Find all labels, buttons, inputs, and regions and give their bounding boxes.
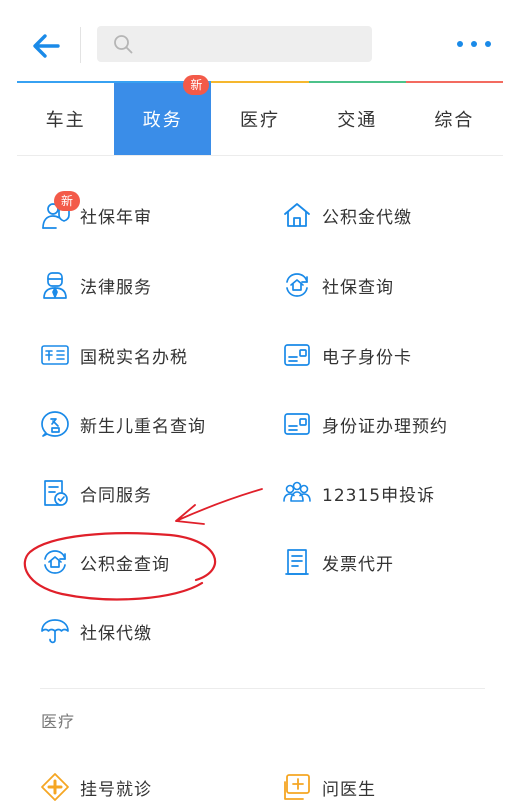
id-card-icon: [282, 340, 312, 370]
top-bar: [0, 0, 507, 80]
service-label: 公积金查询: [80, 554, 170, 575]
service-id-card-appointment[interactable]: 身份证办理预约: [282, 404, 448, 444]
category-tabs: 车主 政务 新 医疗 交通 综合: [17, 75, 504, 155]
section-divider: [40, 688, 485, 689]
tab-general[interactable]: 综合: [405, 81, 504, 155]
service-social-security-payment[interactable]: 社保代缴: [40, 611, 152, 651]
service-invoice-issuing[interactable]: 发票代开: [282, 542, 394, 582]
service-tax-realname[interactable]: 国税实名办税: [40, 335, 188, 375]
annotation-arrow: [175, 488, 263, 525]
lawyer-icon: [40, 270, 70, 300]
service-electronic-id[interactable]: 电子身份卡: [282, 335, 412, 375]
service-label: 社保查询: [322, 277, 394, 298]
service-label: 公积金代缴: [322, 207, 412, 228]
tab-medical[interactable]: 医疗: [211, 81, 309, 155]
new-badge: 新: [183, 75, 210, 95]
new-badge: 新: [54, 191, 81, 211]
dot-icon: [457, 41, 463, 47]
tabs-divider: [17, 155, 503, 156]
service-label: 社保年审: [80, 207, 152, 228]
service-label: 电子身份卡: [322, 347, 412, 368]
tab-label: 政务: [142, 110, 183, 131]
medical-cross-icon: [40, 772, 70, 802]
service-contract[interactable]: 合同服务: [40, 473, 152, 513]
house-icon: [282, 200, 312, 230]
tab-label: 医疗: [240, 110, 280, 131]
tab-transport[interactable]: 交通: [308, 81, 406, 155]
section-title-medical: 医疗: [41, 712, 76, 731]
service-label: 国税实名办税: [80, 347, 188, 368]
service-housing-fund-payment[interactable]: 公积金代缴: [282, 195, 412, 235]
service-registration[interactable]: 挂号就诊: [40, 767, 152, 807]
service-label: 新生儿重名查询: [80, 416, 206, 437]
doctor-chat-icon: [282, 772, 312, 802]
name-bubble-icon: [40, 409, 70, 439]
tab-label: 交通: [337, 110, 378, 131]
house-shield-search-icon: [40, 547, 70, 577]
service-ask-doctor[interactable]: 问医生: [282, 767, 376, 807]
service-label: 发票代开: [322, 554, 394, 575]
dot-icon: [485, 41, 491, 47]
service-label: 挂号就诊: [80, 779, 152, 800]
search-input[interactable]: [141, 26, 363, 62]
service-newborn-name-query[interactable]: 新生儿重名查询: [40, 404, 206, 444]
umbrella-icon: [40, 616, 70, 646]
back-button[interactable]: [28, 28, 64, 64]
people-group-icon: [282, 478, 312, 508]
service-social-security-review[interactable]: 新 社保年审: [40, 191, 152, 235]
service-12315-complaint[interactable]: 12315申投诉: [282, 473, 435, 513]
service-label: 问医生: [322, 779, 376, 800]
service-label: 12315申投诉: [322, 485, 436, 506]
service-label: 社保代缴: [80, 623, 152, 644]
tab-car-owner[interactable]: 车主: [17, 81, 115, 155]
tax-card-icon: [40, 340, 70, 370]
invoice-icon: [282, 547, 312, 577]
search-bar[interactable]: [97, 26, 372, 62]
service-label: 身份证办理预约: [322, 416, 448, 437]
tab-government[interactable]: 政务 新: [114, 75, 212, 155]
back-arrow-icon: [33, 34, 60, 58]
service-housing-fund-query[interactable]: 公积金查询: [40, 542, 170, 582]
service-social-security-query[interactable]: 社保查询: [282, 265, 394, 305]
more-options-button[interactable]: [452, 32, 496, 56]
service-label: 合同服务: [80, 485, 152, 506]
house-shield-search-icon: [282, 270, 312, 300]
dot-icon: [471, 41, 477, 47]
contract-icon: [40, 478, 70, 508]
tab-label: 车主: [45, 110, 86, 131]
service-legal[interactable]: 法律服务: [40, 265, 152, 305]
tab-label: 综合: [434, 110, 475, 131]
search-icon: [114, 35, 133, 54]
id-card-icon: [282, 409, 312, 439]
service-label: 法律服务: [80, 277, 152, 298]
header-divider: [80, 27, 81, 63]
